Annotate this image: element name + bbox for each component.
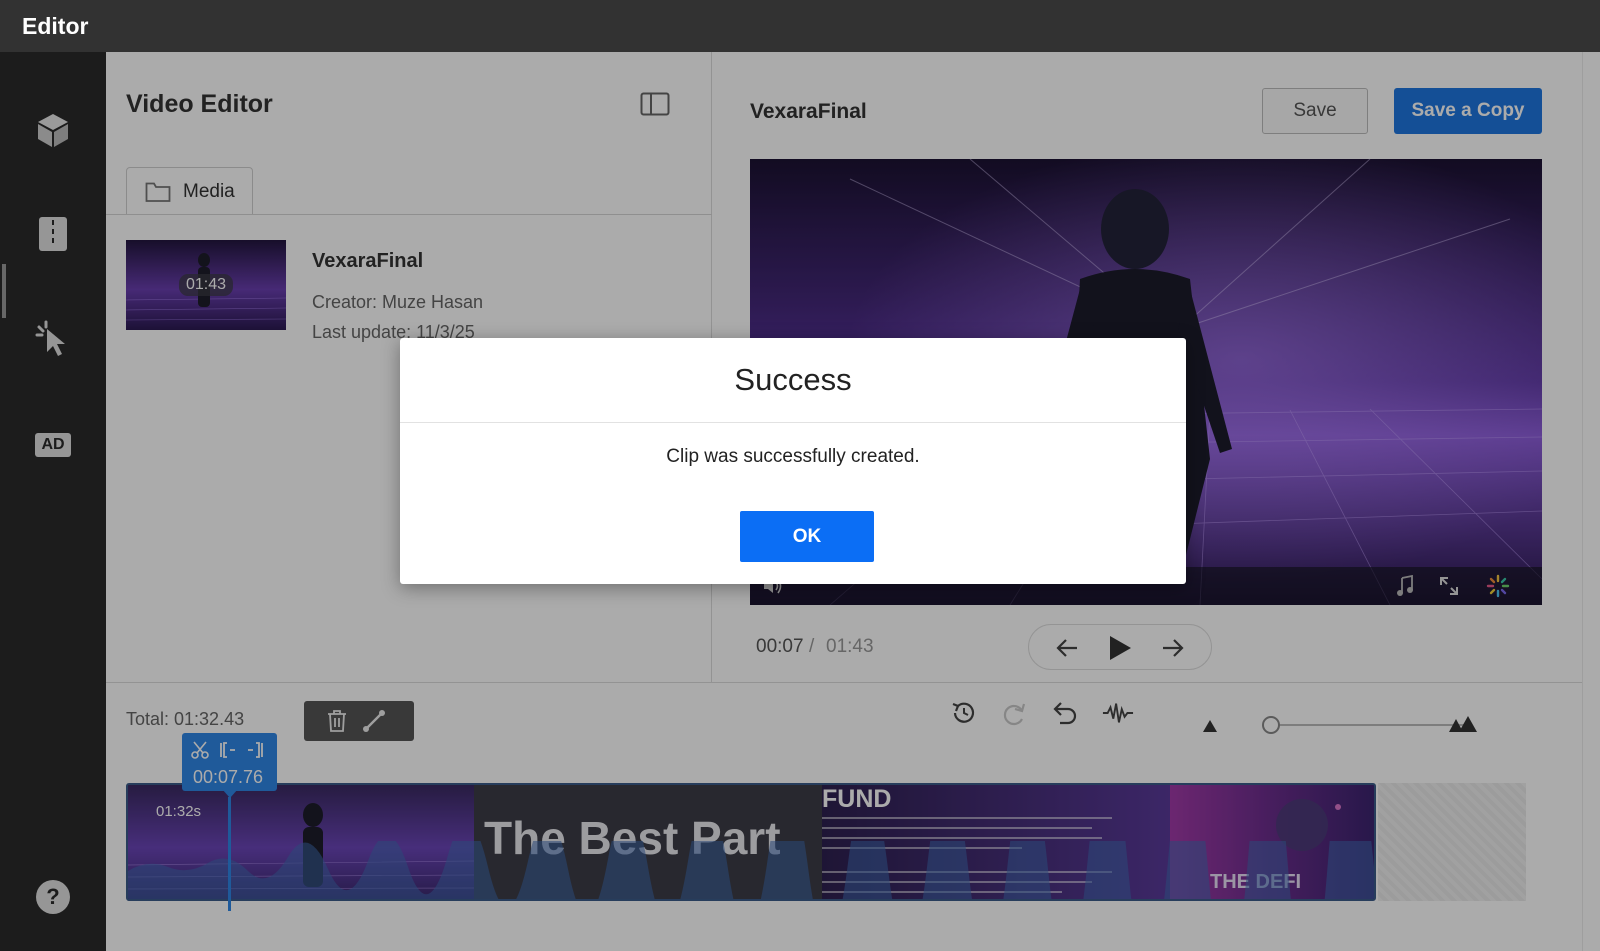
top-bar: Editor bbox=[0, 0, 1600, 52]
app-title: Editor bbox=[22, 13, 89, 39]
dialog-title: Success bbox=[734, 362, 852, 397]
ok-button[interactable]: OK bbox=[740, 511, 874, 562]
dialog-divider bbox=[400, 422, 1186, 423]
dialog-message: Clip was successfully created. bbox=[666, 446, 920, 467]
success-dialog: Success Clip was successfully created. O… bbox=[400, 338, 1186, 584]
